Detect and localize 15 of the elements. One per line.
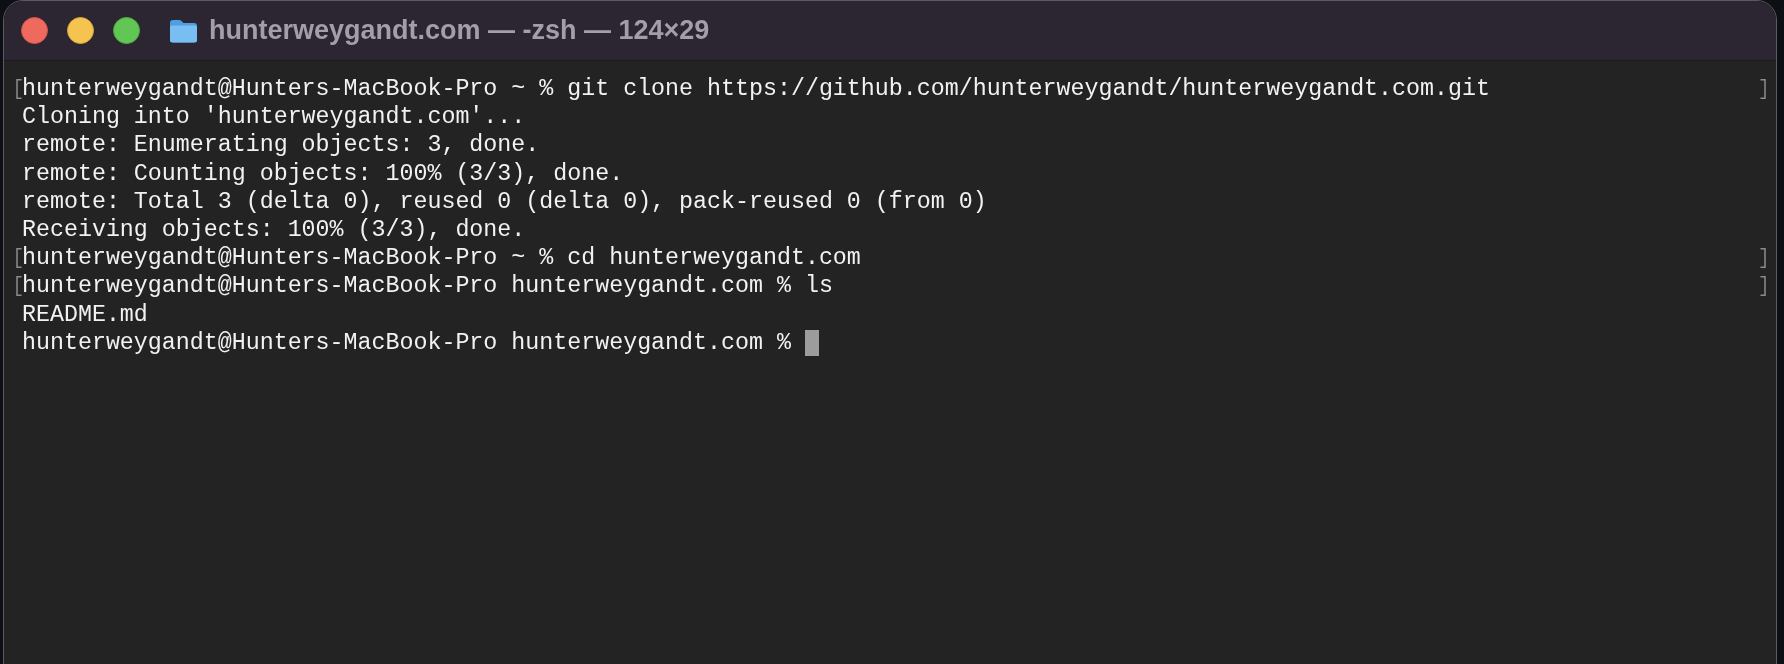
folder-icon	[169, 18, 198, 43]
terminal-line: hunterweygandt@Hunters-MacBook-Pro hunterweygandt.com % ls	[22, 272, 833, 301]
terminal-line: Receiving objects: 100% (3/3), done.	[22, 215, 526, 245]
terminal-line: hunterweygandt@Hunters-MacBook-Pro hunterweygandt.com %	[22, 328, 791, 357]
zoom-button[interactable]	[113, 17, 140, 44]
terminal-line: remote: Enumerating objects: 3, done.	[22, 131, 540, 160]
terminal-line: hunterweygandt@Hunters-MacBook-Pro ~ % git clone https://github.com/hunterweygandt/hunterweygandt.com.git	[22, 75, 1490, 104]
minimize-button[interactable]	[67, 17, 94, 44]
terminal-line: remote: Counting objects: 100% (3/3), done.	[22, 159, 624, 188]
terminal-line: remote: Total 3 (delta 0), reused 0 (delta 0), pack-reused 0 (from 0)	[22, 187, 987, 216]
terminal-line: hunterweygandt@Hunters-MacBook-Pro ~ % cd hunterweygandt.com	[22, 244, 861, 273]
close-button[interactable]	[21, 17, 48, 44]
terminal-line: README.md	[22, 300, 148, 329]
window-title: hunterweygandt.com — -zsh — 124×29	[209, 17, 710, 44]
terminal-line: Cloning into 'hunterweygandt.com'...	[22, 103, 526, 132]
